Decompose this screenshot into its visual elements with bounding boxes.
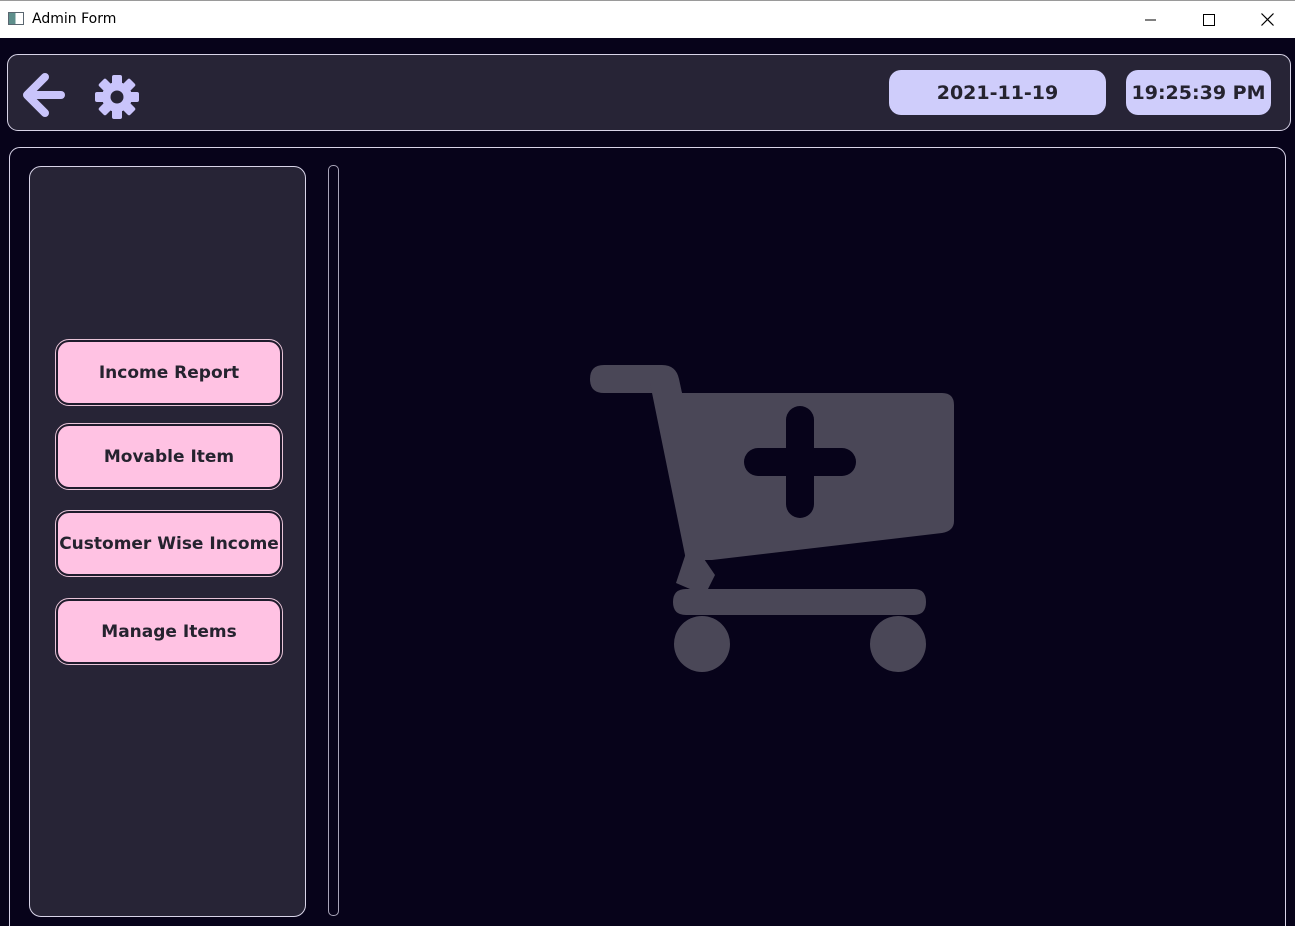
back-button[interactable] <box>23 73 67 117</box>
cart-plus-icon <box>590 365 954 672</box>
date-display: 2021-11-19 <box>889 70 1106 115</box>
gear-icon <box>95 75 139 119</box>
minimize-icon <box>1145 19 1156 20</box>
close-icon <box>1260 13 1274 26</box>
window-title: Admin Form <box>32 11 117 27</box>
movable-item-button[interactable]: Movable Item <box>55 423 283 490</box>
settings-button[interactable] <box>94 74 140 120</box>
manage-items-button[interactable]: Manage Items <box>55 598 283 665</box>
app-icon <box>8 12 24 25</box>
title-bar: Admin Form <box>0 0 1295 38</box>
main-panel: Income Report Movable Item Customer Wise… <box>9 147 1286 926</box>
header-panel: 2021-11-19 19:25:39 PM <box>7 54 1291 131</box>
time-display: 19:25:39 PM <box>1126 70 1271 115</box>
close-button[interactable] <box>1238 1 1295 38</box>
maximize-icon <box>1203 13 1215 26</box>
maximize-button[interactable] <box>1180 1 1238 38</box>
minimize-button[interactable] <box>1122 1 1180 38</box>
admin-form-window: Admin Form 2021-11-19 19:25:39 PM Income… <box>0 0 1295 926</box>
income-report-button[interactable]: Income Report <box>55 339 283 406</box>
arrow-left-icon <box>23 73 65 117</box>
customer-wise-income-button[interactable]: Customer Wise Income <box>55 510 283 577</box>
panel-divider <box>328 165 339 916</box>
sidebar: Income Report Movable Item Customer Wise… <box>29 166 306 917</box>
